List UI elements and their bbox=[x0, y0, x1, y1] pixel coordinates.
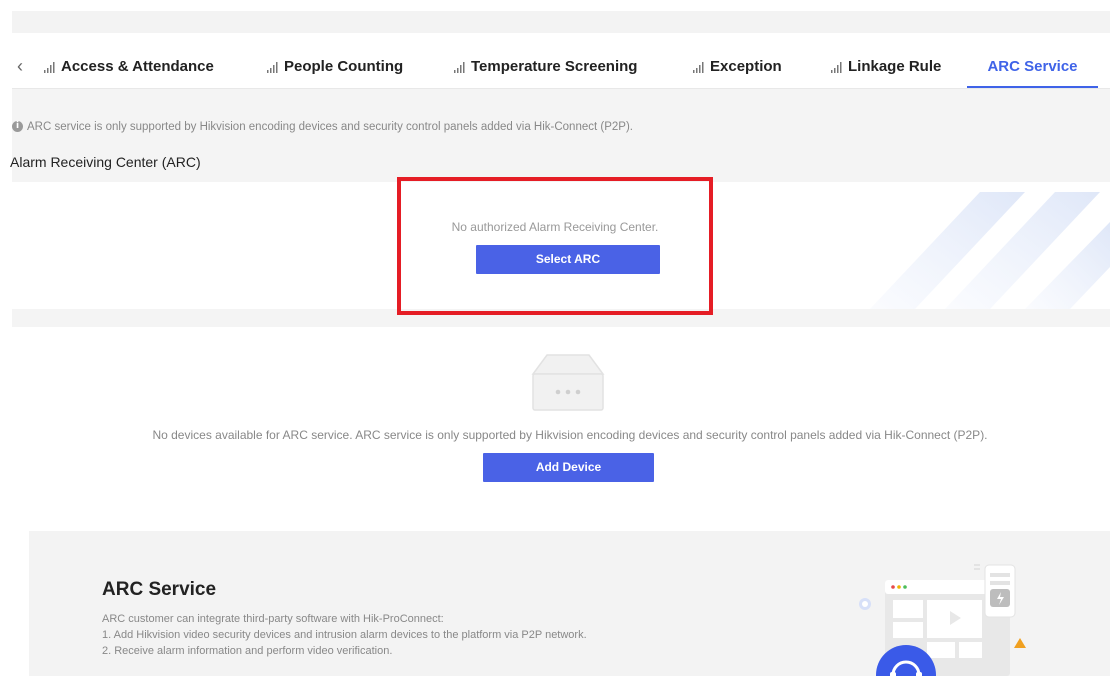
section-title: Alarm Receiving Center (ARC) bbox=[10, 154, 201, 170]
promo-line: 1. Add Hikvision video security devices … bbox=[102, 629, 587, 641]
signal-icon bbox=[454, 62, 465, 74]
tab-people-counting[interactable]: People Counting bbox=[266, 46, 403, 88]
tab-label: People Counting bbox=[284, 58, 404, 75]
promo-title: ARC Service bbox=[102, 579, 217, 600]
tab-exception[interactable]: Exception bbox=[692, 46, 782, 88]
signal-icon bbox=[267, 62, 278, 74]
arc-service-promo: ARC Service ARC customer can integrate t… bbox=[29, 531, 1110, 676]
tab-label: Exception bbox=[710, 58, 782, 75]
tab-label: Temperature Screening bbox=[471, 58, 638, 75]
top-banner-strip bbox=[12, 11, 1110, 33]
device-box-icon bbox=[531, 354, 605, 411]
no-devices-message: No devices available for ARC service. AR… bbox=[152, 428, 988, 442]
tab-label: Access & Attendance bbox=[61, 58, 214, 75]
info-icon: i bbox=[12, 121, 23, 133]
tab-access-attendance[interactable]: Access & Attendance bbox=[43, 46, 214, 88]
signal-icon bbox=[44, 62, 55, 74]
promo-line: 2. Receive alarm information and perform… bbox=[102, 645, 393, 657]
arc-notice: i ARC service is only supported by Hikvis… bbox=[12, 121, 633, 133]
arc-service-illustration bbox=[859, 564, 1026, 676]
decorative-stripes bbox=[870, 192, 1110, 309]
chevron-left-icon[interactable]: ‹ bbox=[17, 56, 33, 76]
tab-arc-service[interactable]: ARC Service bbox=[967, 46, 1098, 88]
promo-line: ARC customer can integrate third-party s… bbox=[102, 613, 444, 625]
tab-bar: ‹ Access & Attendance People Counting Te… bbox=[12, 46, 1110, 89]
add-device-button[interactable]: Add Device bbox=[483, 453, 654, 482]
arc-notice-text: ARC service is only supported by Hikvisi… bbox=[27, 121, 633, 133]
highlight-box bbox=[397, 177, 713, 315]
tab-label: Linkage Rule bbox=[848, 58, 942, 75]
signal-icon bbox=[693, 62, 704, 74]
tab-temperature-screening[interactable]: Temperature Screening bbox=[453, 46, 637, 88]
tab-label: ARC Service bbox=[987, 58, 1078, 75]
signal-icon bbox=[831, 62, 842, 74]
tab-linkage-rule[interactable]: Linkage Rule bbox=[830, 46, 941, 88]
